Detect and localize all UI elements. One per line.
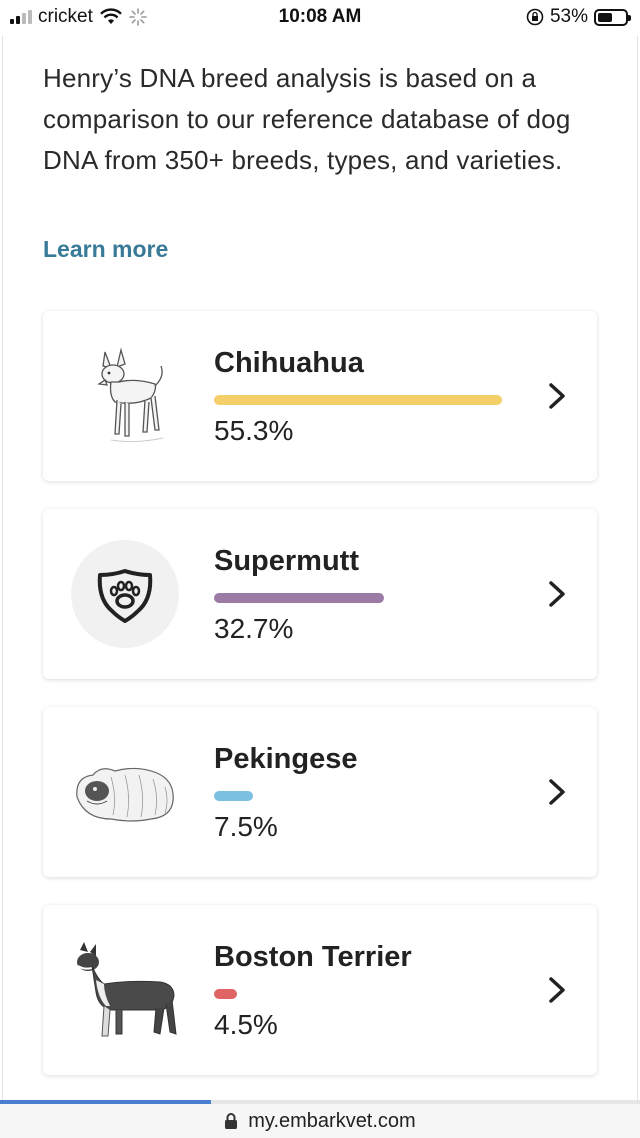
url-bar[interactable]: my.embarkvet.com [0,1104,640,1138]
battery-percent: 53% [549,6,588,27]
intro-text: Henry’s DNA breed analysis is based on a… [43,63,571,175]
boston-terrier-illustration [69,935,181,1045]
chihuahua-illustration [69,341,181,451]
breed-percentage-bar [214,593,385,603]
carrier-label: cricket [38,6,93,27]
supermutt-paw-shield-icon [69,539,181,649]
chevron-right-icon [549,581,565,607]
chevron-right-icon [549,779,565,805]
status-right: 53% [526,6,631,28]
breed-name: Pekingese [214,743,358,775]
orientation-lock-icon [526,8,544,26]
lock-icon [225,1113,238,1129]
breed-percentage-bar [214,791,254,801]
breed-percentage: 55.3% [214,415,294,446]
pekingese-illustration [69,737,181,847]
breed-card-pekingese[interactable]: Pekingese 7.5% [43,707,597,877]
breed-card-boston-terrier[interactable]: Boston Terrier 4.5% [43,905,597,1075]
breed-percentage: 4.5% [214,1009,278,1040]
breed-percentage-bar [214,395,502,405]
signal-icon [10,10,32,24]
chevron-right-icon [549,977,565,1003]
breed-card-supermutt[interactable]: Supermutt 32.7% [43,509,597,679]
wifi-icon [100,8,122,24]
breed-name: Boston Terrier [214,941,412,973]
status-bar: cricket 10:08 AM 53% [0,0,640,36]
breed-name: Chihuahua [214,347,364,379]
battery-icon [594,8,631,26]
learn-more-link[interactable]: Learn more [43,236,168,263]
battery-level [598,12,612,22]
breed-percentage: 7.5% [214,811,278,842]
breed-percentage-bar [214,989,238,999]
breed-percentage: 32.7% [214,613,294,644]
url-text: my.embarkvet.com [248,1109,416,1132]
breed-card-chihuahua[interactable]: Chihuahua 55.3% [43,311,597,481]
chevron-right-icon [549,383,565,409]
loading-icon [129,8,147,26]
breed-name: Supermutt [214,545,359,577]
status-left: cricket [10,6,147,28]
